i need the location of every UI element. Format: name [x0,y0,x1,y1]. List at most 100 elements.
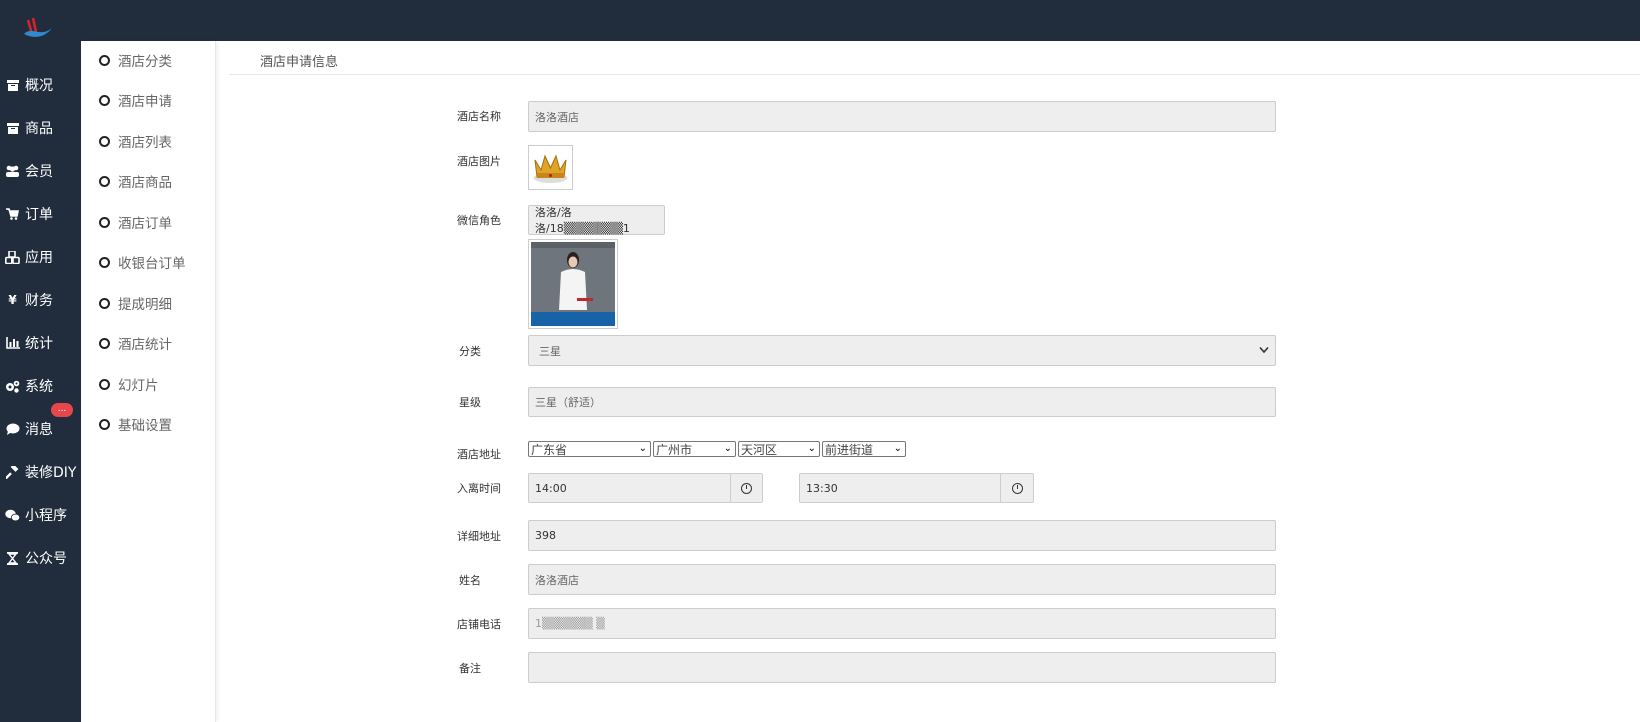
detail-label: 详细地址 [457,530,501,543]
circle-icon [99,216,110,228]
archive-icon [5,78,20,92]
avatar-photo [531,242,615,326]
hotel-image-thumb[interactable] [528,145,573,190]
submenu-hotel-orders[interactable]: 酒店订单 [99,210,172,234]
submenu-label: 幻灯片 [118,378,159,394]
circle-icon [99,135,110,147]
nav-item-orders[interactable]: 订单 [0,194,81,234]
submenu-label: 提成明细 [118,297,172,313]
gavel-icon [5,465,20,479]
name-label: 酒店名称 [457,110,501,123]
submenu-hotel-goods[interactable]: 酒店商品 [99,169,172,193]
circle-icon [99,418,110,430]
yen-icon: ¥ [8,293,17,307]
nav-item-system[interactable]: 系统 [0,366,81,406]
shop-phone-field[interactable]: 1▒▒▒▒▒▒ ▒ [528,608,1276,639]
chevron-down-icon: ⌄ [807,443,816,454]
time-label: 入离时间 [457,482,501,495]
submenu-label: 酒店统计 [118,337,172,353]
chevron-down-icon [1259,344,1269,357]
submenu-cashier-orders[interactable]: 收银台订单 [99,250,186,274]
submenu-hotel-category[interactable]: 酒店分类 [99,48,172,72]
image-label: 酒店图片 [457,155,501,168]
main-content: 酒店申请信息 酒店名称 洛洛酒店 酒店图片 微信角色 洛洛/洛洛/18▒▒▒▒▒… [229,41,1640,722]
wechat-role-field[interactable]: 洛洛/洛洛/18▒▒▒▒▒▒▒1 [528,205,665,235]
phone-label: 店铺电话 [457,618,501,631]
circle-icon [99,378,110,390]
nav-label: 会员 [25,164,53,180]
submenu-slides[interactable]: 幻灯片 [99,372,159,396]
comment-icon [5,422,20,436]
nav-item-decor-diy[interactable]: 装修DIY [0,452,81,492]
hotel-submenu: 酒店分类 酒店申请 酒店列表 酒店商品 酒店订单 收银台订单 提成明细 酒店统计… [81,41,216,722]
contact-name-field[interactable]: 洛洛酒店 [528,564,1276,595]
archive-icon [5,121,20,135]
main-sidebar: 概况 商品 会员 订单 应用 ¥ 财务 统计 系统 消息 ... 装修DIY 小… [0,41,81,722]
detail-address-field[interactable]: 398 [528,520,1276,551]
nav-label: 应用 [25,250,53,266]
gears-icon [5,379,20,393]
submenu-label: 酒店商品 [118,175,172,191]
brand-logo[interactable] [22,16,54,40]
submenu-hotel-list[interactable]: 酒店列表 [99,129,172,153]
submenu-label: 基础设置 [118,418,172,434]
nav-item-apps[interactable]: 应用 [0,237,81,277]
category-value: 三星 [539,344,561,358]
street-select[interactable]: 前进街道 ⌄ [822,441,906,457]
hotel-name-field[interactable]: 洛洛酒店 [528,101,1276,132]
bar-chart-icon [5,336,20,350]
note-label: 备注 [459,662,481,675]
chevron-down-icon: ⌄ [638,443,647,454]
category-select[interactable]: 三星 [528,335,1276,366]
submenu-commission[interactable]: 提成明细 [99,291,172,315]
nav-label: 小程序 [25,508,67,524]
nav-item-members[interactable]: 会员 [0,151,81,191]
nav-item-miniprogram[interactable]: 小程序 [0,495,81,535]
hourglass-icon [5,551,20,565]
crown-image [533,154,568,183]
note-field[interactable] [528,652,1276,683]
circle-icon [99,256,110,268]
wechat-label: 微信角色 [457,214,501,227]
panel-title: 酒店申请信息 [260,55,339,70]
district-value: 天河区 [741,442,778,457]
nav-item-messages[interactable]: 消息 ... [0,403,81,449]
submenu-label: 酒店申请 [118,94,172,110]
circle-icon [99,337,110,349]
address-label: 酒店地址 [457,448,501,461]
nav-item-stats[interactable]: 统计 [0,323,81,363]
checkin-time-input[interactable]: 14:00 [528,473,731,503]
cubes-icon [5,250,20,264]
nav-label: 消息 [25,422,53,438]
nav-item-goods[interactable]: 商品 [0,108,81,148]
wechat-avatar-thumb[interactable] [528,239,618,329]
submenu-basic-settings[interactable]: 基础设置 [99,412,172,436]
nav-label: 商品 [25,121,53,137]
province-select[interactable]: 广东省 ⌄ [528,441,651,457]
checkout-time-input[interactable]: 13:30 [799,473,1001,503]
nav-item-overview[interactable]: 概况 [0,65,81,105]
submenu-hotel-stats[interactable]: 酒店统计 [99,331,172,355]
wechat-icon [5,508,20,522]
nav-item-official-account[interactable]: 公众号 [0,538,81,578]
nav-item-finance[interactable]: ¥ 财务 [0,280,81,320]
circle-icon [99,175,110,187]
panel-header: 酒店申请信息 [229,41,1640,75]
star-level-field[interactable]: 三星（舒适） [528,387,1276,417]
checkout-clock-button[interactable] [1000,473,1034,503]
circle-icon [99,297,110,309]
nav-label: 财务 [25,293,53,309]
top-bar [0,0,1640,41]
submenu-hotel-apply[interactable]: 酒店申请 [99,88,172,112]
nav-label: 公众号 [25,551,67,567]
submenu-label: 酒店列表 [118,135,172,151]
users-icon [5,164,20,178]
checkin-clock-button[interactable] [730,473,763,503]
district-select[interactable]: 天河区 ⌄ [738,441,820,457]
circle-icon [99,54,110,66]
submenu-label: 酒店分类 [118,54,172,70]
city-select[interactable]: 广州市 ⌄ [653,441,736,457]
clock-icon [741,482,752,494]
nav-label: 概况 [25,78,53,94]
nav-label: 统计 [25,336,53,352]
